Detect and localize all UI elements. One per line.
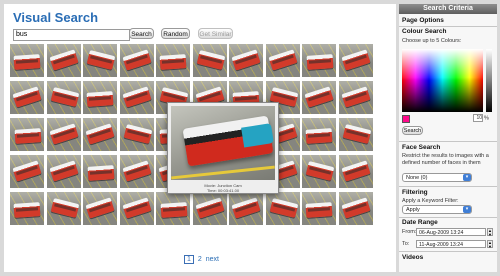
selected-colour-swatch[interactable] xyxy=(402,115,410,123)
get-similar-button[interactable]: Get Similar xyxy=(198,28,233,39)
page-options-heading[interactable]: Page Options xyxy=(402,17,444,24)
keyword-filter-select[interactable]: Apply ▾ xyxy=(402,205,472,214)
result-thumbnail[interactable] xyxy=(265,44,300,77)
result-thumbnail[interactable] xyxy=(229,192,263,225)
face-search-heading: Face Search xyxy=(402,144,441,151)
videos-heading[interactable]: Videos xyxy=(402,254,423,261)
page-current: 1 xyxy=(184,255,194,264)
result-thumbnail[interactable] xyxy=(338,155,373,188)
filtering-heading: Filtering xyxy=(402,189,428,196)
grayscale-slider[interactable] xyxy=(486,49,492,112)
result-thumbnail[interactable] xyxy=(83,81,117,114)
result-thumbnail[interactable] xyxy=(10,192,44,225)
from-stepper[interactable]: ▲ ▼ xyxy=(487,228,493,237)
date-range-heading: Date Range xyxy=(402,219,438,226)
result-thumbnail[interactable] xyxy=(192,44,227,77)
result-thumbnail[interactable] xyxy=(46,44,81,77)
result-thumbnail[interactable] xyxy=(10,44,44,77)
pagination: 1 2 next xyxy=(184,255,219,264)
result-thumbnail[interactable] xyxy=(119,44,154,77)
result-thumbnail[interactable] xyxy=(302,155,336,188)
result-thumbnail[interactable] xyxy=(302,81,336,114)
random-button[interactable]: Random xyxy=(161,28,190,39)
result-thumbnail[interactable] xyxy=(83,44,117,77)
colour-percent-input[interactable]: 10 xyxy=(473,114,483,122)
search-input[interactable]: bus xyxy=(13,29,130,41)
panel-header: Search Criteria xyxy=(399,4,497,14)
search-criteria-panel: Search Criteria Page Options Colour Sear… xyxy=(399,4,497,272)
face-search-hint: Restrict the results to images with a de… xyxy=(402,153,489,166)
to-stepper[interactable]: ▲ ▼ xyxy=(487,240,493,249)
result-thumbnail[interactable] xyxy=(302,118,336,151)
colour-search-button[interactable]: Search xyxy=(402,126,423,135)
result-thumbnail[interactable] xyxy=(46,192,81,225)
result-thumbnail[interactable] xyxy=(338,192,373,225)
from-label: From: xyxy=(402,229,417,235)
preview-caption-time: Time: 00:03:41.00 xyxy=(206,188,240,193)
result-thumbnail[interactable] xyxy=(10,118,44,151)
result-thumbnail[interactable] xyxy=(338,81,373,114)
colour-search-heading: Colour Search xyxy=(402,28,447,35)
result-thumbnail[interactable] xyxy=(119,118,154,151)
result-thumbnail[interactable] xyxy=(265,192,300,225)
preview-image[interactable] xyxy=(171,106,275,180)
result-thumbnail[interactable] xyxy=(46,81,81,114)
result-thumbnail[interactable] xyxy=(302,44,336,77)
chevron-down-icon: ▾ xyxy=(463,174,471,181)
result-thumbnail[interactable] xyxy=(338,118,373,151)
results-area: Visual Search bus Search Random Get Simi… xyxy=(4,4,396,272)
result-thumbnail[interactable] xyxy=(83,192,117,225)
result-thumbnail[interactable] xyxy=(156,44,190,77)
result-thumbnail[interactable] xyxy=(83,118,117,151)
colour-hint: Choose up to 5 Colours: xyxy=(402,38,462,44)
result-thumbnail[interactable] xyxy=(192,192,227,225)
result-thumbnail[interactable] xyxy=(46,118,81,151)
colour-palette[interactable] xyxy=(402,49,483,112)
result-thumbnail[interactable] xyxy=(156,192,190,225)
keyword-filter-value: Apply xyxy=(406,207,420,213)
face-count-value: None (0) xyxy=(406,175,428,181)
search-button[interactable]: Search xyxy=(129,28,154,39)
result-thumbnail[interactable] xyxy=(338,44,373,77)
to-date-field[interactable]: 11-Aug-2009 13:24 xyxy=(416,240,486,248)
result-thumbnail[interactable] xyxy=(10,81,44,114)
page-title: Visual Search xyxy=(13,10,99,25)
preview-popup: Movie: Junction Cam Time: 00:03:41.00 xyxy=(167,102,279,194)
colour-percent: 10% xyxy=(473,114,489,122)
chevron-down-icon: ▾ xyxy=(463,206,471,213)
to-label: To: xyxy=(402,241,410,247)
result-thumbnail[interactable] xyxy=(10,155,44,188)
next-page-link[interactable]: next xyxy=(206,256,219,263)
result-thumbnail[interactable] xyxy=(83,155,117,188)
result-thumbnail[interactable] xyxy=(119,192,154,225)
result-thumbnail[interactable] xyxy=(46,155,81,188)
result-thumbnail[interactable] xyxy=(302,192,336,225)
face-count-select[interactable]: None (0) ▾ xyxy=(402,173,472,182)
page-2-link[interactable]: 2 xyxy=(198,256,202,263)
filtering-hint: Apply a Keyword Filter: xyxy=(402,198,459,204)
result-thumbnail[interactable] xyxy=(119,81,154,114)
result-thumbnail[interactable] xyxy=(229,44,263,77)
percent-unit: % xyxy=(484,115,489,122)
from-date-field[interactable]: 06-Aug-2009 13:24 xyxy=(416,228,486,236)
result-thumbnail[interactable] xyxy=(119,155,154,188)
